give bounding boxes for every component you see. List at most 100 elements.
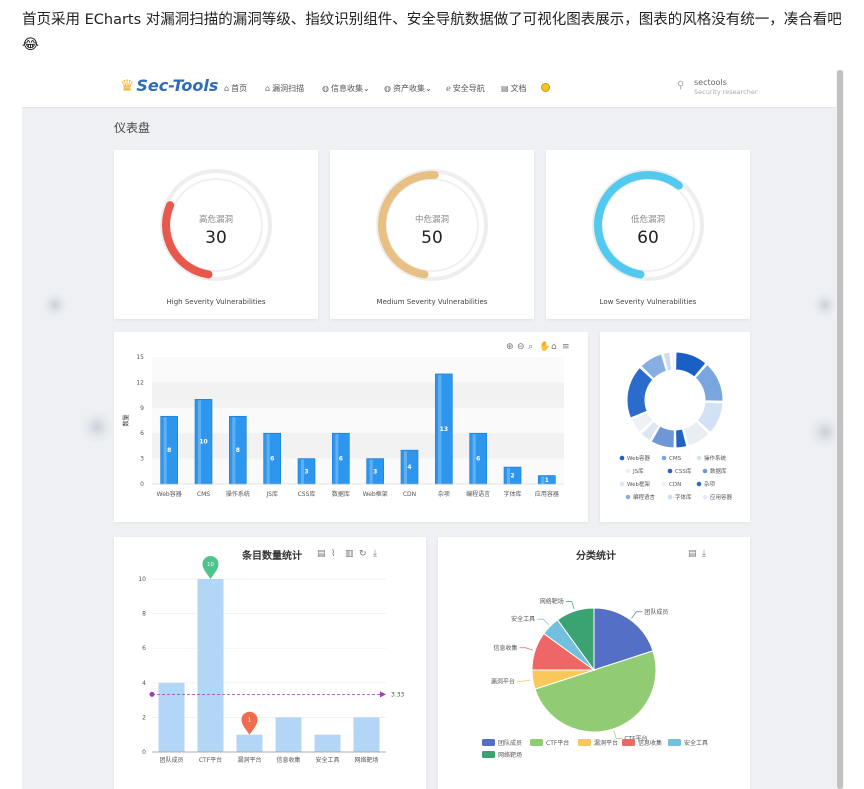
gauge-card-high: 高危漏洞 30 High Severity Vulnerabilities (114, 150, 318, 319)
grid-band (152, 382, 564, 408)
x-tick-label: 漏洞平台 (237, 756, 261, 764)
background-node-decoration (42, 292, 68, 318)
legend-marker (661, 481, 667, 487)
reset-home-icon[interactable]: ⌂ (551, 342, 557, 352)
gauge-value: 50 (421, 228, 443, 248)
legend-marker (702, 468, 708, 474)
donut-slice (626, 366, 654, 419)
zoom-select-icon[interactable]: ⌕ (528, 342, 533, 352)
legend-marker (622, 739, 635, 746)
user-avatar-icon: ⚲ (677, 80, 685, 91)
legend-marker (578, 739, 591, 746)
x-tick-label: CMS (197, 491, 210, 498)
legend-label: 网络靶场 (498, 751, 522, 759)
nav-label: 资产收集⌄ (392, 84, 432, 93)
nav-item-asset-collect[interactable]: ◍ 资产收集⌄ (384, 83, 432, 94)
pie-label-line (519, 647, 534, 651)
legend-label: 杂项 (704, 480, 716, 488)
pie-label: 信息收集 (494, 644, 518, 652)
pie-label: 漏洞平台 (491, 677, 515, 685)
pie-label-line (613, 730, 623, 739)
y-tick-label: 15 (136, 354, 144, 361)
bar (158, 682, 185, 752)
legend-label: CTF平台 (546, 739, 569, 747)
legend-label: CDN (669, 482, 681, 488)
nav-item-vuln-scan[interactable]: ⌂ 漏洞扫描 (265, 83, 304, 94)
x-tick-label: 操作系统 (226, 490, 250, 498)
item-count-chart-card: 条目数量统计 ▤ ⌇ ▥ ↻ ⤓ 0 2 4 6 8 10 团队成员 CTF平台 漏洞平台 信息收… (114, 537, 426, 789)
pie-label-line (516, 679, 531, 682)
crown-icon: ♛ (120, 76, 135, 95)
max-marker-label: 10 (207, 562, 214, 568)
logo-text: Sec-Tools (136, 76, 219, 95)
bar-data-label: 6 (270, 456, 274, 463)
fingerprint-donut-chart: Web容器 CMS 操作系统 JS库 CSS库 数据库 Web框架 CDN 杂项编程语言 字体库 应… (619, 351, 733, 501)
average-line-label: 3.33 (391, 691, 405, 698)
gauge-caption: High Severity Vulnerabilities (166, 298, 266, 306)
grid-band (152, 433, 564, 459)
legend-label: 安全工具 (684, 739, 708, 747)
bar-data-label: 10 (199, 439, 207, 446)
background-node-decoration (80, 410, 114, 444)
nav-label: 漏洞扫描 (272, 84, 305, 93)
gauge-value: 30 (205, 228, 227, 248)
pan-icon[interactable]: ✋ (539, 342, 550, 352)
scrollbar[interactable] (836, 70, 844, 789)
bar-data-label: 8 (236, 447, 240, 454)
nav-item-docs[interactable]: ▤ 文档 (501, 83, 527, 94)
user-role: Security researcher (694, 88, 758, 96)
legend-label: 信息收集 (638, 739, 662, 747)
nav-label: 安全导航 (452, 84, 485, 93)
legend-marker (482, 751, 495, 758)
pie-label: 网络靶场 (540, 598, 564, 606)
globe-icon: ◍ (384, 84, 391, 93)
user-info[interactable]: sectools Security researcher (694, 78, 758, 96)
zoom-in-icon[interactable]: ⊕ (506, 342, 514, 352)
x-tick-label: 数据库 (332, 490, 350, 498)
app-screenshot: ♛ Sec-Tools ⌂ 首页 ⌂ 漏洞扫描 ◍ 信息收集⌄ ◍ 资产收集⌄ ℯ 安全导航… (22, 70, 844, 789)
x-tick-label: 编程语言 (466, 490, 490, 498)
gauge-value: 60 (637, 228, 659, 248)
theme-toggle-icon[interactable] (541, 83, 550, 92)
item-count-bar-chart: 0 2 4 6 8 10 团队成员 CTF平台 漏洞平台 信息收集 安全工具 网络靶场 3.33 10 1 (138, 556, 405, 764)
pie-label: 团队成员 (644, 608, 668, 616)
bar-data-label: 13 (440, 426, 448, 433)
menu-icon[interactable]: ≡ (562, 342, 570, 352)
y-axis-label: 数量 (122, 414, 130, 426)
nav-label: 文档 (510, 84, 527, 93)
post-text: 首页采用 ECharts 对漏洞扫描的漏洞等级、指纹识别组件、安全导航数据做了可… (22, 12, 842, 53)
legend-label: CMS (669, 456, 682, 462)
legend-marker (619, 481, 625, 487)
legend-label: JS库 (632, 467, 644, 475)
legend-marker (625, 468, 631, 474)
nav-item-info-collect[interactable]: ◍ 信息收集⌄ (322, 83, 370, 94)
legend-marker (702, 494, 708, 500)
gauge-label: 中危漏洞 (414, 215, 449, 225)
pie-label-line (537, 618, 549, 625)
legend-label: 团队成员 (498, 739, 522, 747)
nav-item-security-nav[interactable]: ℯ 安全导航 (446, 83, 485, 94)
legend-marker (667, 468, 673, 474)
nav-label: 信息收集⌄ (330, 84, 370, 93)
pie-label: 安全工具 (511, 615, 535, 623)
logo[interactable]: ♛ Sec-Tools (120, 76, 218, 95)
scrollbar-thumb[interactable] (837, 70, 843, 789)
legend-label: 字体库 (675, 493, 692, 501)
legend-marker (482, 739, 495, 746)
y-tick-label: 6 (142, 645, 146, 652)
legend-marker (668, 739, 681, 746)
grid-band (152, 407, 564, 434)
zoom-out-icon[interactable]: ⊖ (517, 342, 525, 352)
legend-marker (619, 455, 625, 461)
nav-item-home[interactable]: ⌂ 首页 (224, 83, 247, 94)
category-pie-chart: 团队成员CTF平台漏洞平台信息收集安全工具网络靶场团队成员 CTF平台 漏洞平台 信息… (482, 598, 708, 759)
gauge-inner-ring (169, 178, 263, 272)
top-navbar: ♛ Sec-Tools ⌂ 首页 ⌂ 漏洞扫描 ◍ 信息收集⌄ ◍ 资产收集⌄ ℯ 安全导航… (22, 70, 844, 108)
legend-label: Web框架 (627, 480, 650, 488)
pie-label-line (565, 601, 575, 610)
y-tick-label: 0 (142, 749, 146, 756)
x-tick-label: 杂项 (438, 491, 450, 498)
user-name: sectools (694, 78, 727, 87)
donut-slice (671, 351, 675, 371)
legend-marker (667, 494, 673, 500)
